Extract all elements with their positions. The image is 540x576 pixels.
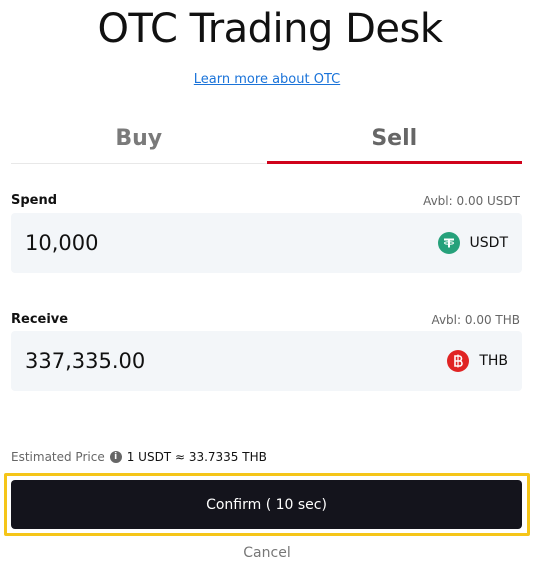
receive-label: Receive: [11, 312, 69, 327]
estimated-price-value: 1 USDT ≈ 33.7335 THB: [126, 450, 267, 464]
confirm-button[interactable]: Confirm ( 10 sec): [11, 480, 522, 529]
receive-currency-label: THB: [479, 353, 508, 369]
receive-input[interactable]: [25, 331, 405, 391]
spend-currency-label: USDT: [469, 235, 508, 251]
cancel-link[interactable]: Cancel: [0, 545, 534, 561]
receive-currency-selector[interactable]: THB: [447, 331, 508, 391]
spend-currency-selector[interactable]: USDT: [437, 213, 508, 273]
receive-available: Avbl: 0.00 THB: [431, 313, 520, 327]
spend-field: USDT: [11, 213, 522, 273]
estimated-price-row: Estimated Price i 1 USDT ≈ 33.7335 THB: [11, 450, 267, 464]
estimated-price-label: Estimated Price: [11, 450, 105, 464]
learn-more-link[interactable]: Learn more about OTC: [0, 72, 534, 87]
tether-icon: [437, 232, 460, 254]
baht-icon: [447, 350, 470, 372]
tab-sell[interactable]: Sell: [266, 118, 522, 164]
trade-tabs: Buy Sell: [11, 118, 522, 164]
spend-available: Avbl: 0.00 USDT: [423, 194, 520, 208]
tab-buy[interactable]: Buy: [11, 118, 267, 164]
receive-field: THB: [11, 331, 522, 391]
page-title: OTC Trading Desk: [97, 6, 443, 52]
spend-label: Spend: [11, 193, 58, 208]
spend-input[interactable]: [25, 213, 405, 273]
info-icon[interactable]: i: [109, 451, 122, 463]
